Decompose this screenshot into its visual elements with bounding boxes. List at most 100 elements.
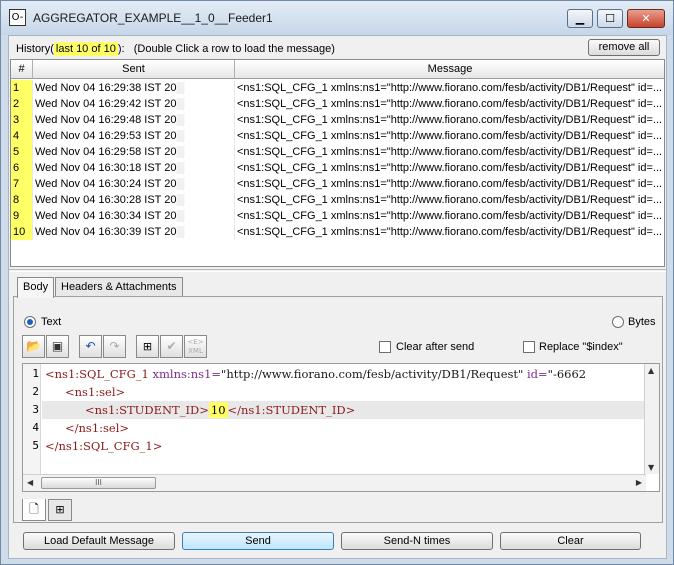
app-icon: O-	[9, 9, 26, 26]
column-header-message[interactable]: Message	[235, 60, 664, 79]
row-sent-text: Wed Nov 04 16:30:39 IST 20	[35, 226, 177, 238]
line-number: 1	[32, 367, 39, 380]
code-line-3[interactable]: <ns1:STUDENT_ID> 10 </ns1:STUDENT_ID>	[45, 401, 355, 419]
truncation-fade: ▒	[176, 194, 185, 206]
attr-value-2: "-6662	[547, 367, 587, 381]
open-folder-icon[interactable]: 📂	[22, 335, 45, 358]
column-header-sent[interactable]: Sent	[33, 60, 235, 79]
table-row[interactable]: 7 Wed Nov 04 16:30:24 IST 20▒ <ns1:SQL_CFG…	[11, 176, 664, 192]
replace-index-checkbox[interactable]	[523, 341, 535, 353]
window-title: AGGREGATOR_EXAMPLE__1_0__Feeder1	[33, 11, 273, 25]
load-default-message-button[interactable]: Load Default Message	[23, 532, 175, 550]
code-line-5[interactable]: </ns1:SQL_CFG_1>	[45, 437, 162, 455]
tree-view-tab-icon[interactable]: ⊞	[48, 499, 72, 521]
row-sent: Wed Nov 04 16:30:18 IST 20▒	[33, 160, 235, 176]
minimize-button[interactable]: ▁	[567, 9, 593, 28]
row-message: <ns1:SQL_CFG_1 xmlns:ns1="http://www.fio…	[237, 210, 663, 222]
validate-check-icon[interactable]: ✔	[160, 335, 183, 358]
xml-tree-icon[interactable]: ⊞	[136, 335, 159, 358]
send-button[interactable]: Send	[182, 532, 334, 550]
tab-headers-attachments[interactable]: Headers & Attachments	[55, 277, 183, 297]
table-row[interactable]: 8 Wed Nov 04 16:30:28 IST 20▒ <ns1:SQL_CFG…	[11, 192, 664, 208]
row-sent: Wed Nov 04 16:30:34 IST 20▒	[33, 208, 235, 224]
title-bar[interactable]: O- AGGREGATOR_EXAMPLE__1_0__Feeder1 ▁ ☐ …	[1, 1, 673, 35]
row-number: 4	[11, 128, 33, 144]
column-header-number[interactable]: #	[11, 60, 33, 79]
splitter-handle[interactable]	[9, 269, 666, 272]
row-message: <ns1:SQL_CFG_1 xmlns:ns1="http://www.fio…	[237, 194, 663, 206]
text-radio-label: Text	[41, 316, 62, 328]
code-line-4[interactable]: </ns1:sel>	[45, 419, 129, 437]
clear-after-send-checkbox[interactable]	[379, 341, 391, 353]
bytes-radio[interactable]	[612, 316, 624, 328]
row-number: 2	[11, 96, 33, 112]
row-sent: Wed Nov 04 16:29:53 IST 20▒	[33, 128, 235, 144]
row-sent: Wed Nov 04 16:30:39 IST 20▒	[33, 224, 235, 240]
table-header: # Sent Message	[11, 60, 664, 79]
row-sent-text: Wed Nov 04 16:29:58 IST 20	[35, 146, 177, 158]
table-row[interactable]: 3 Wed Nov 04 16:29:48 IST 20▒ <ns1:SQL_CFG…	[11, 112, 664, 128]
table-row[interactable]: 1 Wed Nov 04 16:29:38 IST 20▒ <ns1:SQL_CFG…	[11, 80, 664, 96]
row-sent: Wed Nov 04 16:29:42 IST 20▒	[33, 96, 235, 112]
redo-icon[interactable]: ↷	[103, 335, 126, 358]
replace-index-label: Replace "$index"	[539, 341, 623, 353]
attr-name: xmlns:ns1=	[152, 367, 222, 381]
row-sent-text: Wed Nov 04 16:29:42 IST 20	[35, 98, 177, 110]
history-table[interactable]: # Sent Message 1 Wed Nov 04 16:29:38 IST …	[10, 59, 665, 267]
scroll-down-icon[interactable]: ▼	[648, 463, 654, 472]
row-number: 8	[11, 192, 33, 208]
truncation-fade: ▒	[176, 82, 185, 94]
history-prefix: History(	[16, 43, 54, 55]
line-number: 3	[32, 403, 39, 416]
xml-format-icon[interactable]: <E> XML	[184, 335, 207, 358]
truncation-fade: ▒	[176, 98, 185, 110]
truncation-fade: ▒	[176, 210, 185, 222]
row-sent-text: Wed Nov 04 16:29:48 IST 20	[35, 114, 177, 126]
attr-name-2: id=	[526, 367, 548, 381]
text-radio[interactable]	[24, 316, 36, 328]
scroll-right-icon[interactable]: ▶	[636, 478, 642, 487]
table-row[interactable]: 5 Wed Nov 04 16:29:58 IST 20▒ <ns1:SQL_CFG…	[11, 144, 664, 160]
horizontal-scrollbar[interactable]: ◀ III ▶	[23, 474, 646, 491]
tag-open: <ns1:SQL_CFG_1	[45, 367, 149, 381]
code-line-2[interactable]: <ns1:sel>	[45, 383, 125, 401]
row-sent: Wed Nov 04 16:29:48 IST 20▒	[33, 112, 235, 128]
save-icon[interactable]: ▣	[46, 335, 69, 358]
row-sent: Wed Nov 04 16:30:28 IST 20▒	[33, 192, 235, 208]
table-row[interactable]: 10 Wed Nov 04 16:30:39 IST 20▒ <ns1:SQL_CF…	[11, 224, 664, 240]
undo-icon[interactable]: ↶	[79, 335, 102, 358]
remove-all-button[interactable]: remove all	[588, 39, 660, 56]
row-sent: Wed Nov 04 16:29:58 IST 20▒	[33, 144, 235, 160]
text-view-tab-icon[interactable]: 🗋	[22, 499, 46, 521]
row-sent-text: Wed Nov 04 16:30:34 IST 20	[35, 210, 177, 222]
table-row[interactable]: 6 Wed Nov 04 16:30:18 IST 20▒ <ns1:SQL_CFG…	[11, 160, 664, 176]
row-message: <ns1:SQL_CFG_1 xmlns:ns1="http://www.fio…	[237, 114, 663, 126]
code-line-1[interactable]: <ns1:SQL_CFG_1 xmlns:ns1="http://www.fio…	[45, 365, 586, 383]
horizontal-scroll-thumb[interactable]: III	[41, 477, 156, 489]
close-button[interactable]: ✕	[627, 9, 665, 28]
row-number: 6	[11, 160, 33, 176]
row-message: <ns1:SQL_CFG_1 xmlns:ns1="http://www.fio…	[237, 226, 663, 238]
xml-editor[interactable]: 1 2 3 4 5 <ns1:SQL_CFG_1 xmlns:ns1="http…	[22, 363, 660, 492]
truncation-fade: ▒	[176, 226, 185, 238]
row-sent-text: Wed Nov 04 16:30:24 IST 20	[35, 178, 177, 190]
truncation-fade: ▒	[176, 146, 185, 158]
row-message: <ns1:SQL_CFG_1 xmlns:ns1="http://www.fio…	[237, 146, 663, 158]
table-row[interactable]: 4 Wed Nov 04 16:29:53 IST 20▒ <ns1:SQL_CFG…	[11, 128, 664, 144]
table-row[interactable]: 2 Wed Nov 04 16:29:42 IST 20▒ <ns1:SQL_CFG…	[11, 96, 664, 112]
tab-body[interactable]: Body	[17, 277, 55, 298]
row-number: 5	[11, 144, 33, 160]
row-number: 7	[11, 176, 33, 192]
row-number: 9	[11, 208, 33, 224]
send-n-times-button[interactable]: Send-N times	[341, 532, 493, 550]
maximize-button[interactable]: ☐	[597, 9, 623, 28]
scroll-left-icon[interactable]: ◀	[27, 478, 33, 487]
row-sent: Wed Nov 04 16:29:38 IST 20▒	[33, 80, 235, 96]
table-row[interactable]: 9 Wed Nov 04 16:30:34 IST 20▒ <ns1:SQL_CFG…	[11, 208, 664, 224]
clear-button[interactable]: Clear	[500, 532, 641, 550]
scroll-up-icon[interactable]: ▲	[648, 366, 654, 375]
truncation-fade: ▒	[176, 178, 185, 190]
row-message: <ns1:SQL_CFG_1 xmlns:ns1="http://www.fio…	[237, 162, 663, 174]
vertical-scrollbar[interactable]: ▲ ▼	[644, 364, 659, 474]
line-number: 4	[32, 421, 39, 434]
